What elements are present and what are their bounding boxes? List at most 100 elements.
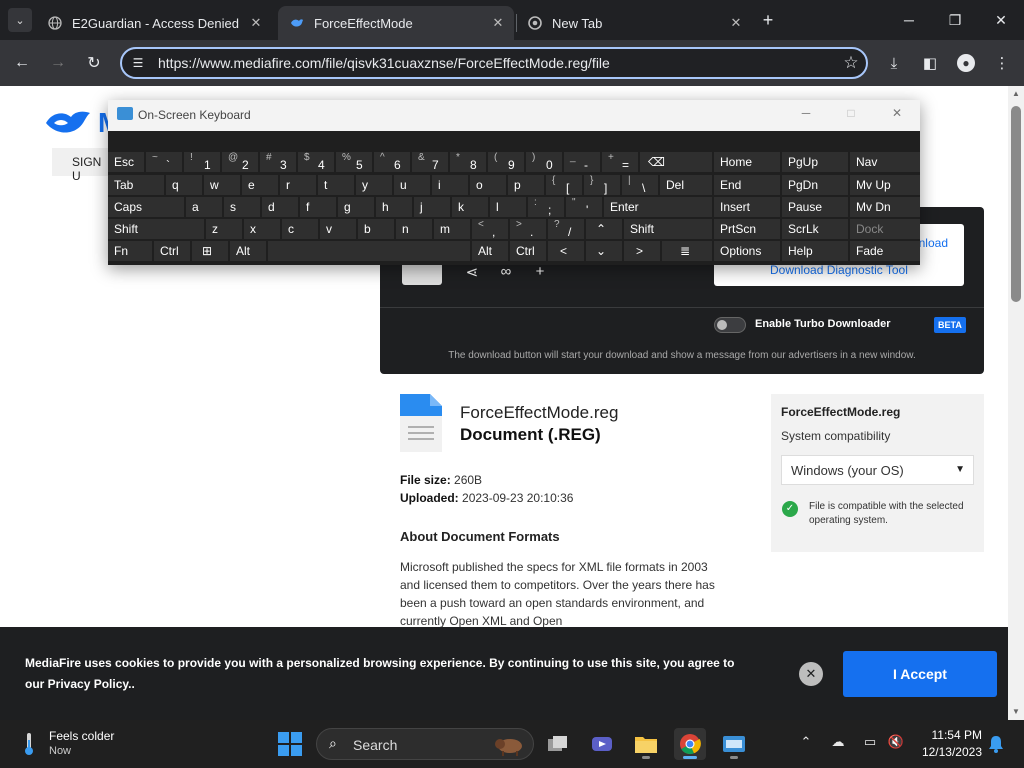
key-esc[interactable]: Esc bbox=[108, 152, 144, 172]
side-panel-icon[interactable]: ◧ bbox=[918, 51, 942, 75]
clock-time[interactable]: 11:54 PM bbox=[912, 728, 982, 742]
key-a[interactable]: a bbox=[186, 197, 222, 217]
close-tab-icon[interactable]: ✕ bbox=[246, 15, 266, 31]
scroll-up-arrow-icon[interactable]: ▲ bbox=[1008, 86, 1024, 102]
restore-button[interactable]: ❐ bbox=[932, 0, 978, 40]
key-windows[interactable]: ⊞ bbox=[192, 241, 228, 261]
profile-button[interactable]: ● bbox=[954, 51, 978, 75]
taskbar-chrome[interactable] bbox=[674, 728, 706, 760]
tab-e2guardian[interactable]: E2Guardian - Access Denied ✕ bbox=[36, 6, 272, 40]
key-nav[interactable]: Nav bbox=[850, 152, 920, 172]
key-c[interactable]: c bbox=[282, 219, 318, 239]
key-right-bracket[interactable]: }] bbox=[584, 175, 620, 195]
start-button[interactable] bbox=[278, 732, 302, 756]
key-enter[interactable]: Enter bbox=[604, 197, 712, 217]
key-prtscn[interactable]: PrtScn bbox=[714, 219, 780, 239]
address-bar[interactable]: ☰ https://www.mediafire.com/file/qisvk31… bbox=[120, 47, 868, 79]
key-3[interactable]: #3 bbox=[260, 152, 296, 172]
key-n[interactable]: n bbox=[396, 219, 432, 239]
key-fn[interactable]: Fn bbox=[108, 241, 152, 261]
key-m[interactable]: m bbox=[434, 219, 470, 239]
key-d[interactable]: d bbox=[262, 197, 298, 217]
key-0[interactable]: ) 0 bbox=[526, 152, 562, 172]
tab-forceeffectmode[interactable]: ForceEffectMode ✕ bbox=[278, 6, 514, 40]
key-shift-right[interactable]: Shift bbox=[624, 219, 712, 239]
key-q[interactable]: q bbox=[166, 175, 202, 195]
link-icon[interactable]: ∞ bbox=[496, 263, 516, 283]
key-h[interactable]: h bbox=[376, 197, 412, 217]
key-1[interactable]: ! 1 bbox=[184, 152, 220, 172]
key-arrow-right[interactable]: > bbox=[624, 241, 660, 261]
key-7[interactable]: & 7 bbox=[412, 152, 448, 172]
key-pgdn[interactable]: PgDn bbox=[782, 175, 848, 195]
key-comma[interactable]: <, bbox=[472, 219, 508, 239]
key-ctrl-left[interactable]: Ctrl bbox=[154, 241, 190, 261]
key-arrow-up[interactable]: ⌃ bbox=[586, 219, 622, 239]
key-r[interactable]: r bbox=[280, 175, 316, 195]
key-e[interactable]: e bbox=[242, 175, 278, 195]
key-y[interactable]: y bbox=[356, 175, 392, 195]
signup-button[interactable]: SIGN U bbox=[52, 148, 112, 183]
new-tab-button[interactable]: + bbox=[758, 10, 778, 30]
osk-close-button[interactable]: ✕ bbox=[885, 106, 909, 120]
key-left-bracket[interactable]: {[ bbox=[546, 175, 582, 195]
cookie-close-button[interactable]: ✕ bbox=[799, 662, 823, 686]
key-ctrl-right[interactable]: Ctrl bbox=[510, 241, 546, 261]
key-2[interactable]: @2 bbox=[222, 152, 258, 172]
key-6[interactable]: ^ 6 bbox=[374, 152, 410, 172]
chevron-up-icon[interactable]: ⌃ bbox=[796, 734, 816, 754]
key-home[interactable]: Home bbox=[714, 152, 780, 172]
key-del[interactable]: Del bbox=[660, 175, 712, 195]
key-f[interactable]: f bbox=[300, 197, 336, 217]
key-t[interactable]: t bbox=[318, 175, 354, 195]
share-icon[interactable]: ⋖ bbox=[462, 263, 482, 283]
tab-new-tab[interactable]: New Tab ✕ bbox=[516, 6, 752, 40]
key-backtick[interactable]: ~ ` bbox=[146, 152, 182, 172]
key-period[interactable]: >. bbox=[510, 219, 546, 239]
taskbar-task-view[interactable] bbox=[542, 728, 574, 760]
key-minus[interactable]: _ - bbox=[564, 152, 600, 172]
key-k[interactable]: k bbox=[452, 197, 488, 217]
key-alt-left[interactable]: Alt bbox=[230, 241, 266, 261]
minimize-button[interactable]: ─ bbox=[886, 0, 932, 40]
key-9[interactable]: (9 bbox=[488, 152, 524, 172]
cloud-icon[interactable]: ☁ bbox=[828, 734, 848, 754]
key-pause[interactable]: Pause bbox=[782, 197, 848, 217]
key-slash[interactable]: ? / bbox=[548, 219, 584, 239]
close-tab-icon[interactable]: ✕ bbox=[488, 15, 508, 31]
key-z[interactable]: z bbox=[206, 219, 242, 239]
key-8[interactable]: * 8 bbox=[450, 152, 486, 172]
key-s[interactable]: s bbox=[224, 197, 260, 217]
volume-muted-icon[interactable]: 🔇 bbox=[886, 734, 906, 754]
taskbar-on-screen-keyboard[interactable] bbox=[718, 728, 750, 760]
key-space[interactable] bbox=[268, 241, 470, 261]
key-x[interactable]: x bbox=[244, 219, 280, 239]
site-settings-icon[interactable]: ☰ bbox=[122, 56, 154, 70]
reload-button[interactable]: ↻ bbox=[82, 51, 106, 75]
key-equals[interactable]: + = bbox=[602, 152, 638, 172]
thermometer-icon[interactable] bbox=[22, 732, 36, 756]
network-icon[interactable]: ▭ bbox=[860, 734, 880, 754]
key-options[interactable]: Options bbox=[714, 241, 780, 261]
key-4[interactable]: $4 bbox=[298, 152, 334, 172]
url-text[interactable]: https://www.mediafire.com/file/qisvk31cu… bbox=[154, 55, 836, 71]
page-scrollbar[interactable]: ▲ ▼ bbox=[1008, 86, 1024, 720]
tab-search-button[interactable]: ⌄ bbox=[8, 8, 32, 32]
diagnostic-tool-link[interactable]: Download Diagnostic Tool bbox=[770, 263, 908, 277]
key-b[interactable]: b bbox=[358, 219, 394, 239]
weather-title[interactable]: Feels colder bbox=[49, 729, 114, 743]
osk-minimize-button[interactable]: ─ bbox=[794, 106, 818, 120]
key-pgup[interactable]: PgUp bbox=[782, 152, 848, 172]
key-semicolon[interactable]: :; bbox=[528, 197, 564, 217]
osk-titlebar[interactable]: On-Screen Keyboard ─ □ ✕ bbox=[108, 100, 920, 131]
taskbar-meet[interactable] bbox=[586, 728, 618, 760]
key-5[interactable]: % 5 bbox=[336, 152, 372, 172]
clock-date[interactable]: 12/13/2023 bbox=[912, 745, 982, 759]
key-v[interactable]: v bbox=[320, 219, 356, 239]
key-i[interactable]: i bbox=[432, 175, 468, 195]
key-arrow-down[interactable]: ⌄ bbox=[586, 241, 622, 261]
add-icon[interactable]: + bbox=[530, 263, 550, 283]
download-link[interactable]: nload bbox=[919, 236, 948, 250]
bookmark-star-icon[interactable]: ☆ bbox=[836, 53, 866, 73]
forward-button[interactable]: → bbox=[46, 51, 70, 75]
